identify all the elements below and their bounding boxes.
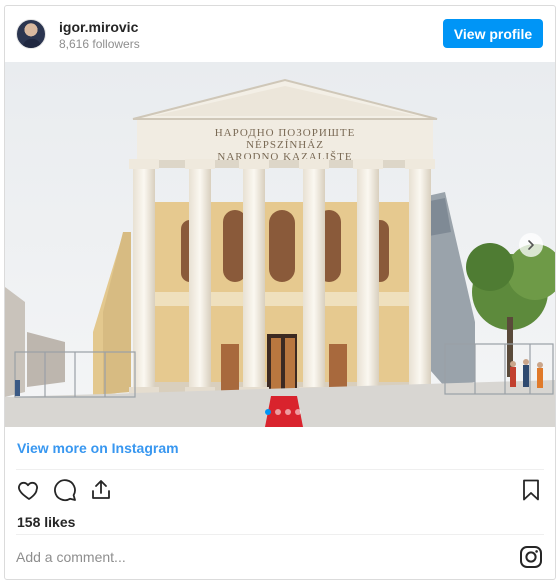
carousel-dot — [295, 409, 301, 415]
follower-count: 8,616 followers — [59, 37, 140, 51]
comment-icon — [54, 479, 76, 502]
view-more-on-instagram-link[interactable]: View more on Instagram — [17, 440, 179, 456]
theatre-photo: НАРОДНО ПОЗОРИШТЕ NÉPSZÍNHÁZ NARODNO KAZ… — [5, 62, 555, 427]
username[interactable]: igor.mirovic — [59, 19, 138, 35]
instagram-icon — [520, 546, 542, 568]
comment-input[interactable] — [16, 548, 486, 566]
heart-icon — [18, 481, 38, 500]
like-button[interactable] — [15, 476, 43, 504]
post-image[interactable]: НАРОДНО ПОЗОРИШТЕ NÉPSZÍNHÁZ NARODNO KAZ… — [5, 62, 555, 427]
divider — [16, 534, 544, 535]
action-bar — [5, 476, 555, 506]
share-button[interactable] — [87, 476, 115, 504]
carousel-dot — [275, 409, 281, 415]
inscription-line-2: NÉPSZÍNHÁZ — [246, 139, 324, 151]
carousel-dot — [285, 409, 291, 415]
bookmark-icon — [523, 479, 539, 501]
save-button[interactable] — [517, 476, 545, 504]
instagram-logo-link[interactable] — [519, 545, 543, 569]
carousel-dot — [265, 409, 271, 415]
like-count[interactable]: 158 likes — [17, 514, 75, 530]
carousel-next-button[interactable] — [519, 233, 543, 257]
share-icon — [92, 480, 110, 499]
inscription-line-1: НАРОДНО ПОЗОРИШТЕ — [215, 127, 356, 139]
comment-button[interactable] — [51, 476, 79, 504]
carousel-indicator — [265, 409, 301, 415]
chevron-right-icon — [528, 240, 534, 250]
divider — [16, 469, 544, 470]
post-header: igor.mirovic 8,616 followers View profil… — [5, 6, 555, 62]
inscription-line-3: NARODNO KAZALIŠTE — [217, 151, 352, 163]
view-profile-button[interactable]: View profile — [443, 19, 543, 48]
avatar[interactable] — [16, 19, 46, 49]
instagram-embed-card: igor.mirovic 8,616 followers View profil… — [4, 5, 556, 580]
